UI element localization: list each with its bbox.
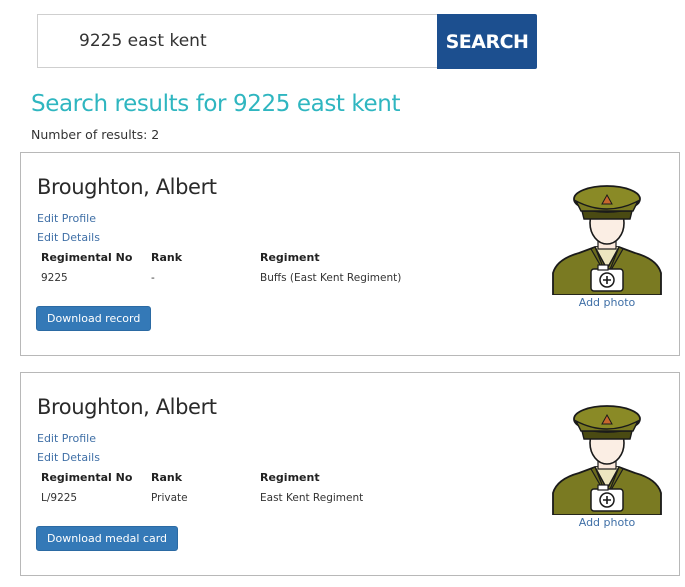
- download-medal-card-button[interactable]: Download medal card: [36, 526, 179, 551]
- regimental-no-header: Regimental No: [41, 471, 133, 484]
- search-button[interactable]: SEARCH: [437, 14, 537, 69]
- rank-header: Rank: [151, 251, 183, 264]
- search-input[interactable]: [38, 15, 437, 67]
- regimental-no-value: L/9225: [41, 492, 78, 504]
- download-record-button[interactable]: Download record: [36, 306, 152, 331]
- result-card: Broughton, Albert Edit Profile Edit Deta…: [20, 372, 680, 576]
- soldier-name: Broughton, Albert: [37, 395, 217, 419]
- edit-details-link[interactable]: Edit Details: [37, 231, 100, 244]
- add-photo-link[interactable]: Add photo: [551, 296, 663, 309]
- result-card: Broughton, Albert Edit Profile Edit Deta…: [20, 152, 680, 356]
- rank-value: Private: [151, 492, 188, 504]
- regimental-no-header: Regimental No: [41, 251, 133, 264]
- soldier-placeholder-icon[interactable]: [551, 397, 663, 516]
- regiment-header: Regiment: [260, 471, 320, 484]
- rank-value: -: [151, 272, 155, 284]
- regiment-value: East Kent Regiment: [260, 492, 364, 504]
- regiment-value: Buffs (East Kent Regiment): [260, 272, 402, 284]
- rank-header: Rank: [151, 471, 183, 484]
- results-title: Search results for 9225 east kent: [31, 91, 401, 117]
- regimental-no-value: 9225: [41, 272, 68, 284]
- search-box: [37, 14, 437, 68]
- soldier-name: Broughton, Albert: [37, 175, 217, 199]
- add-photo-link[interactable]: Add photo: [551, 516, 663, 529]
- edit-profile-link[interactable]: Edit Profile: [37, 432, 96, 445]
- results-count: Number of results: 2: [31, 127, 160, 142]
- soldier-placeholder-icon[interactable]: [551, 177, 663, 296]
- edit-profile-link[interactable]: Edit Profile: [37, 212, 96, 225]
- regiment-header: Regiment: [260, 251, 320, 264]
- edit-details-link[interactable]: Edit Details: [37, 451, 100, 464]
